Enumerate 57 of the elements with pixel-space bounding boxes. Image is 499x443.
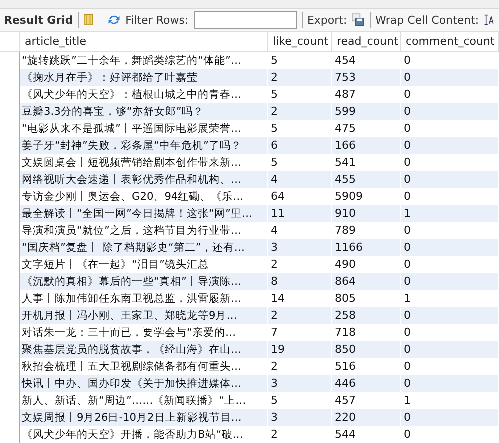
- table-cell: 8: [268, 273, 332, 290]
- table-cell: 姜子牙“封神”失败，彩条屋“中年危机”了吗？: [20, 137, 268, 154]
- table-cell: 0: [401, 239, 499, 256]
- table-cell: 4: [268, 171, 332, 188]
- export-label: Export:: [307, 14, 348, 26]
- column-header[interactable]: comment_count: [401, 31, 499, 52]
- table-cell: 753: [332, 69, 401, 86]
- table-cell: 豆瓣3.3分的喜宝，够“亦舒女郎”吗？: [20, 103, 268, 120]
- table-cell: 3: [268, 239, 332, 256]
- table-cell: 599: [332, 103, 401, 120]
- column-header[interactable]: read_count: [332, 31, 401, 52]
- table-cell: 258: [332, 307, 401, 324]
- table-cell: 1166: [332, 239, 401, 256]
- table-cell: 2: [268, 69, 332, 86]
- table-cell: 0: [401, 409, 499, 426]
- table-cell: 864: [332, 273, 401, 290]
- export-icon[interactable]: [352, 12, 365, 28]
- table-cell: 2: [268, 307, 332, 324]
- wrap-label: Wrap Cell Content:: [375, 14, 480, 26]
- columns-icon[interactable]: [84, 13, 94, 27]
- table-cell: “国庆档”复盘丨 除了档期影史“第二”，还有…: [20, 239, 268, 256]
- table-cell: 6: [268, 137, 332, 154]
- table-cell: 开机月报丨冯小刚、王家卫、郑晓龙等9月…: [20, 307, 268, 324]
- table-cell: 3: [268, 409, 332, 426]
- table-cell: 11: [268, 205, 332, 222]
- table-cell: 网络视听大会速递丨表彰优秀作品和机构、…: [20, 171, 268, 188]
- table-cell: 0: [401, 307, 499, 324]
- table-cell: 446: [332, 375, 401, 392]
- table-cell: 0: [401, 375, 499, 392]
- table-cell: 220: [332, 409, 401, 426]
- table-cell: 《沉默的真相》幕后的一些“真相”丨导演陈…: [20, 273, 268, 290]
- table-cell: 455: [332, 171, 401, 188]
- table-cell: 850: [332, 341, 401, 358]
- table-cell: 19: [268, 341, 332, 358]
- table-cell: 《掬水月在手》：好评都给了叶嘉莹: [20, 69, 268, 86]
- table-cell: 最全解读丨“全国一网”今日揭牌！这张“网”里…: [20, 205, 268, 222]
- table-cell: 0: [401, 103, 499, 120]
- wrap-text-icon[interactable]: [484, 13, 496, 27]
- table-cell: 快讯丨中办、国办印发《关于加快推进媒体…: [20, 375, 268, 392]
- filter-label: Filter Rows:: [126, 14, 189, 26]
- refresh-icon[interactable]: [108, 13, 121, 27]
- table-cell: 0: [401, 341, 499, 358]
- table-cell: 0: [401, 137, 499, 154]
- table-cell: 166: [332, 137, 401, 154]
- panel-title: Result Grid: [4, 14, 74, 26]
- table-cell: 聚焦基层党员的脱贫故事，《经山海》在山…: [20, 341, 268, 358]
- column-header[interactable]: article_title: [20, 31, 268, 52]
- table-cell: 1: [401, 205, 499, 222]
- table-cell: 0: [401, 171, 499, 188]
- table-cell: 3: [268, 375, 332, 392]
- table-cell: 文娱周报丨9月26日-10月2日上新影视节目…: [20, 409, 268, 426]
- table-cell: 0: [401, 69, 499, 86]
- table-cell: 0: [401, 273, 499, 290]
- column-header[interactable]: like_count: [268, 31, 332, 52]
- filter-field[interactable]: [194, 11, 297, 29]
- table-cell: 910: [332, 205, 401, 222]
- table-cell: 2: [268, 103, 332, 120]
